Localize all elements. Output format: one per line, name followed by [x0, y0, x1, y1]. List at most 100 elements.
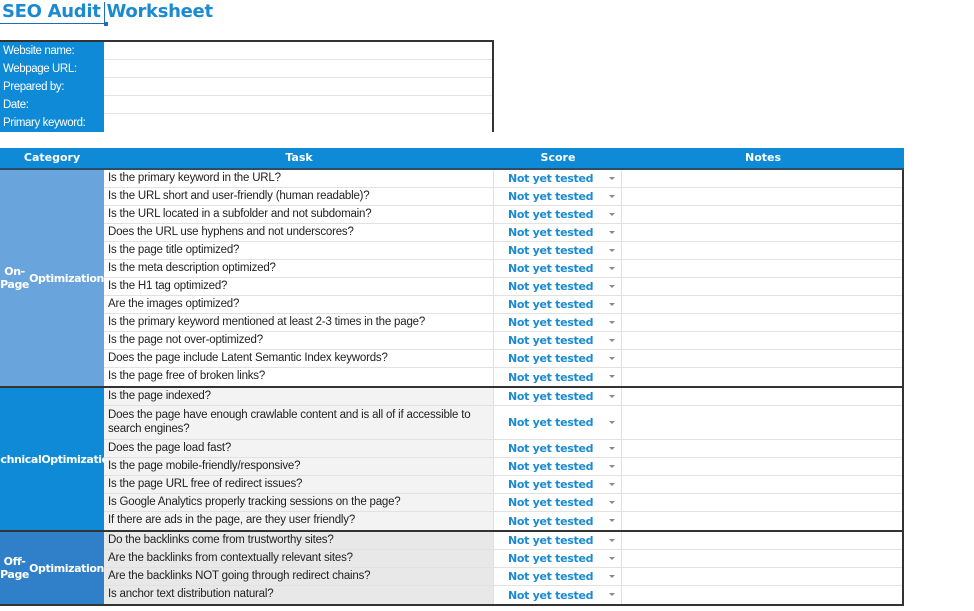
task-cell[interactable]: Is the H1 tag optimized? — [104, 278, 494, 295]
dropdown-caret-icon[interactable] — [609, 574, 615, 578]
notes-cell[interactable] — [622, 296, 902, 313]
score-dropdown[interactable]: Not yet tested — [494, 388, 622, 405]
task-cell[interactable]: Are the backlinks NOT going through redi… — [104, 568, 494, 585]
task-cell[interactable]: Are the images optimized? — [104, 296, 494, 313]
score-dropdown[interactable]: Not yet tested — [494, 314, 622, 331]
notes-cell[interactable] — [622, 440, 902, 457]
score-dropdown[interactable]: Not yet tested — [494, 242, 622, 259]
task-cell[interactable]: Does the URL use hyphens and not undersc… — [104, 224, 494, 241]
dropdown-caret-icon[interactable] — [609, 538, 615, 542]
notes-cell[interactable] — [622, 568, 902, 585]
notes-cell[interactable] — [622, 278, 902, 295]
category-cell[interactable]: On-Page Optimization — [0, 170, 104, 386]
score-dropdown[interactable]: Not yet tested — [494, 170, 622, 187]
dropdown-caret-icon[interactable] — [609, 194, 615, 198]
dropdown-caret-icon[interactable] — [609, 446, 615, 450]
column-header-category[interactable]: Category — [0, 148, 104, 168]
dropdown-caret-icon[interactable] — [609, 375, 615, 378]
dropdown-caret-icon[interactable] — [609, 394, 615, 398]
score-dropdown[interactable]: Not yet tested — [494, 224, 622, 241]
dropdown-caret-icon[interactable] — [609, 356, 615, 360]
selection-fill-handle[interactable] — [104, 22, 108, 26]
score-dropdown[interactable]: Not yet tested — [494, 458, 622, 475]
notes-cell[interactable] — [622, 532, 902, 549]
score-dropdown[interactable]: Not yet tested — [494, 476, 622, 493]
dropdown-caret-icon[interactable] — [609, 212, 615, 216]
task-cell[interactable]: Does the page include Latent Semantic In… — [104, 350, 494, 367]
dropdown-caret-icon[interactable] — [609, 593, 615, 596]
score-dropdown[interactable]: Not yet tested — [494, 494, 622, 511]
column-header-task[interactable]: Task — [104, 148, 494, 168]
score-dropdown[interactable]: Not yet tested — [494, 332, 622, 349]
score-dropdown[interactable]: Not yet tested — [494, 568, 622, 585]
task-cell[interactable]: Is the page mobile-friendly/responsive? — [104, 458, 494, 475]
notes-cell[interactable] — [622, 314, 902, 331]
dropdown-caret-icon[interactable] — [609, 500, 615, 504]
dropdown-caret-icon[interactable] — [609, 420, 615, 424]
category-cell[interactable]: TechnicalOptimization — [0, 388, 117, 530]
notes-cell[interactable] — [622, 476, 902, 493]
task-cell[interactable]: Is the primary keyword in the URL? — [104, 170, 494, 187]
score-dropdown[interactable]: Not yet tested — [494, 206, 622, 223]
task-cell[interactable]: Is the URL located in a subfolder and no… — [104, 206, 494, 223]
dropdown-caret-icon[interactable] — [609, 230, 615, 234]
dropdown-caret-icon[interactable] — [609, 556, 615, 560]
notes-cell[interactable] — [622, 494, 902, 511]
score-dropdown[interactable]: Not yet tested — [494, 188, 622, 205]
dropdown-caret-icon[interactable] — [609, 464, 615, 468]
category-cell[interactable]: Off-Page Optimization — [0, 532, 104, 604]
notes-cell[interactable] — [622, 550, 902, 567]
notes-cell[interactable] — [622, 388, 902, 405]
notes-cell[interactable] — [622, 242, 902, 259]
task-cell[interactable]: Is anchor text distribution natural? — [104, 586, 494, 604]
score-dropdown[interactable]: Not yet tested — [494, 350, 622, 367]
dropdown-caret-icon[interactable] — [609, 338, 615, 342]
dropdown-caret-icon[interactable] — [609, 266, 615, 270]
dropdown-caret-icon[interactable] — [609, 176, 615, 180]
dropdown-caret-icon[interactable] — [609, 248, 615, 252]
task-cell[interactable]: If there are ads in the page, are they u… — [104, 512, 494, 530]
primary-keyword-field[interactable] — [104, 114, 492, 132]
score-dropdown[interactable]: Not yet tested — [494, 586, 622, 604]
column-header-score[interactable]: Score — [494, 148, 622, 168]
notes-cell[interactable] — [622, 332, 902, 349]
notes-cell[interactable] — [622, 206, 902, 223]
score-dropdown[interactable]: Not yet tested — [494, 440, 622, 457]
task-cell[interactable]: Is the page URL free of redirect issues? — [104, 476, 494, 493]
sheet-title[interactable]: SEO Audit Worksheet — [2, 1, 213, 22]
score-dropdown[interactable]: Not yet tested — [494, 512, 622, 530]
task-cell[interactable]: Are the backlinks from contextually rele… — [104, 550, 494, 567]
task-cell[interactable]: Is the primary keyword mentioned at leas… — [104, 314, 494, 331]
score-dropdown[interactable]: Not yet tested — [494, 368, 622, 386]
score-dropdown[interactable]: Not yet tested — [494, 260, 622, 277]
score-dropdown[interactable]: Not yet tested — [494, 532, 622, 549]
score-dropdown[interactable]: Not yet tested — [494, 406, 622, 439]
task-cell[interactable]: Is the meta description optimized? — [104, 260, 494, 277]
notes-cell[interactable] — [622, 188, 902, 205]
dropdown-caret-icon[interactable] — [609, 320, 615, 324]
task-cell[interactable]: Is Google Analytics properly tracking se… — [104, 494, 494, 511]
notes-cell[interactable] — [622, 224, 902, 241]
task-cell[interactable]: Does the page have enough crawlable cont… — [104, 406, 494, 439]
task-cell[interactable]: Is the page title optimized? — [104, 242, 494, 259]
notes-cell[interactable] — [622, 368, 902, 386]
task-cell[interactable]: Do the backlinks come from trustworthy s… — [104, 532, 494, 549]
notes-cell[interactable] — [622, 260, 902, 277]
webpage-url-field[interactable] — [104, 60, 492, 78]
dropdown-caret-icon[interactable] — [609, 482, 615, 486]
notes-cell[interactable] — [622, 170, 902, 187]
dropdown-caret-icon[interactable] — [609, 519, 615, 522]
notes-cell[interactable] — [622, 406, 902, 439]
notes-cell[interactable] — [622, 458, 902, 475]
task-cell[interactable]: Is the page not over-optimized? — [104, 332, 494, 349]
task-cell[interactable]: Does the page load fast? — [104, 440, 494, 457]
task-cell[interactable]: Is the page free of broken links? — [104, 368, 494, 386]
score-dropdown[interactable]: Not yet tested — [494, 550, 622, 567]
notes-cell[interactable] — [622, 350, 902, 367]
score-dropdown[interactable]: Not yet tested — [494, 278, 622, 295]
dropdown-caret-icon[interactable] — [609, 302, 615, 306]
column-header-notes[interactable]: Notes — [622, 148, 904, 168]
notes-cell[interactable] — [622, 512, 902, 530]
notes-cell[interactable] — [622, 586, 902, 604]
task-cell[interactable]: Is the URL short and user-friendly (huma… — [104, 188, 494, 205]
